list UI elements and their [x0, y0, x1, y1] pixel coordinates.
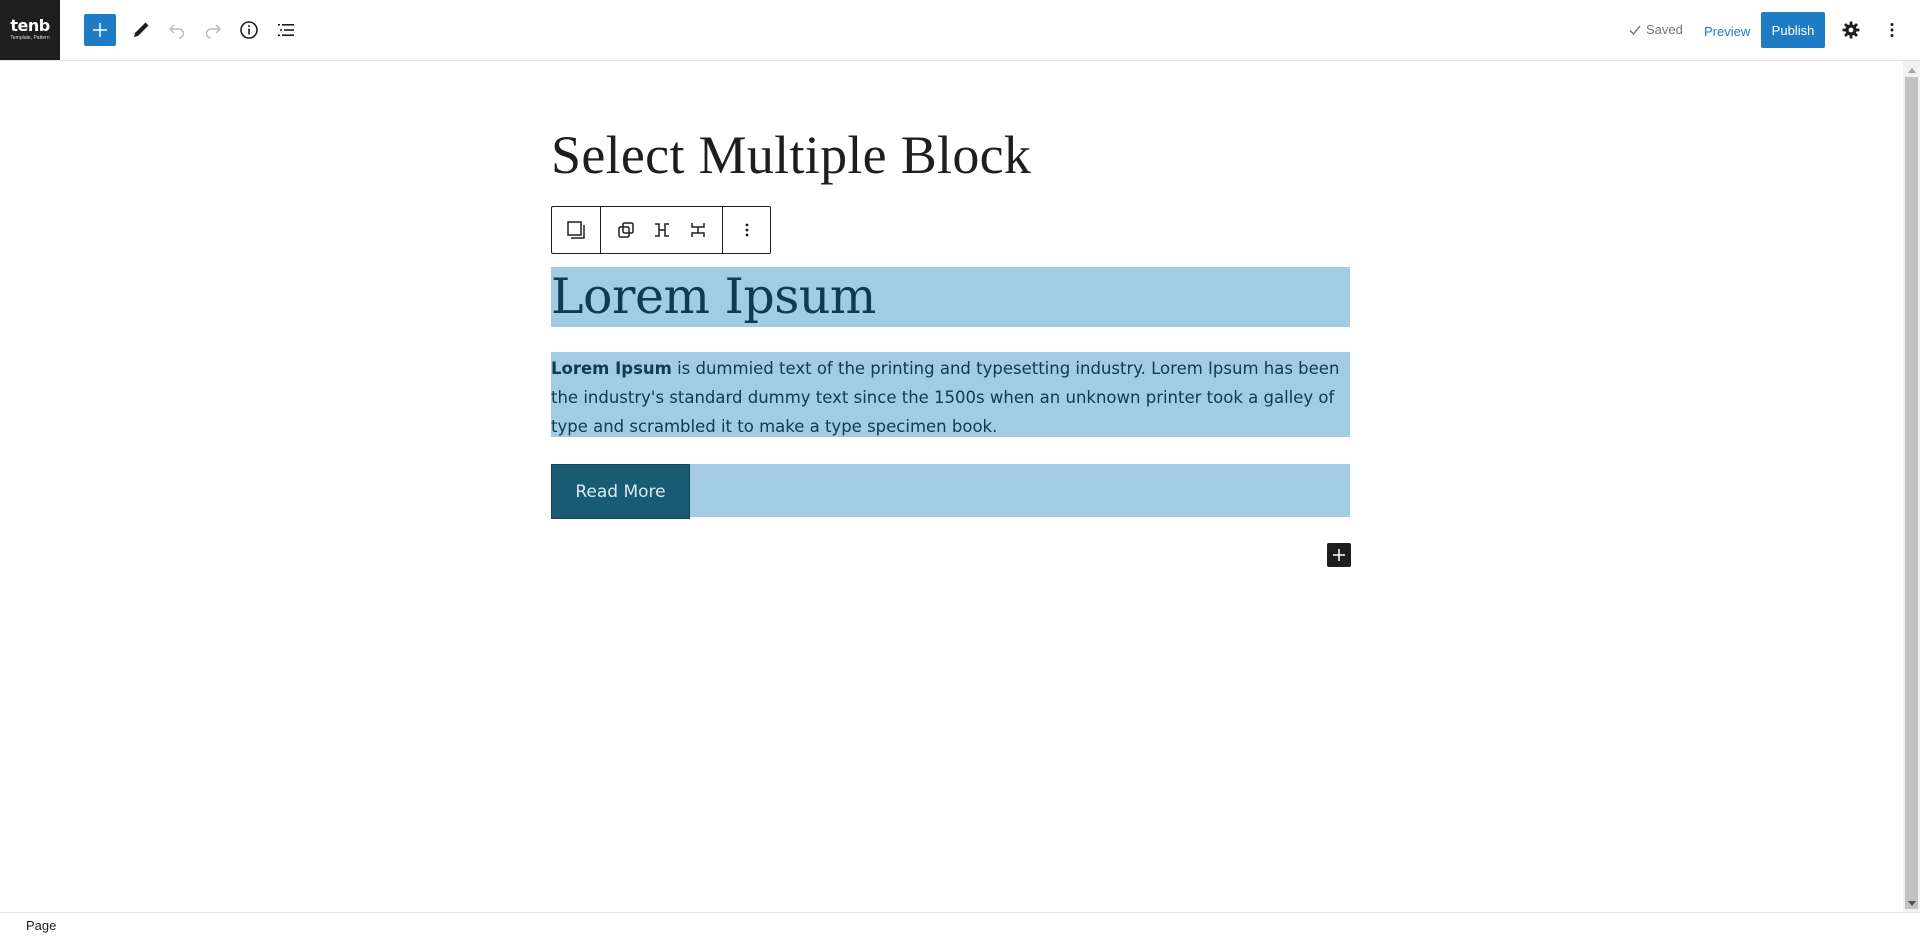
stack-button[interactable]: [680, 207, 716, 253]
block-toolbar-switcher-group: [552, 207, 601, 253]
block-toolbar-layout-group: [601, 207, 723, 253]
list-view-icon: [278, 24, 294, 36]
breadcrumb-page[interactable]: Page: [26, 918, 56, 933]
stretch-icon: [654, 223, 669, 237]
paragraph-bold-lead: Lorem Ipsum: [551, 359, 672, 378]
saved-label: Saved: [1646, 22, 1683, 37]
more-vertical-icon: [745, 223, 748, 237]
group-button[interactable]: [608, 207, 644, 253]
list-view-button[interactable]: [270, 14, 302, 46]
post-title[interactable]: Select Multiple Block: [551, 119, 1351, 191]
details-button[interactable]: [233, 14, 265, 46]
block-inserter-button[interactable]: [84, 14, 116, 46]
heading-text: Lorem Ipsum: [551, 268, 876, 325]
read-more-button[interactable]: Read More: [551, 464, 690, 519]
multiple-blocks-switcher-button[interactable]: [558, 207, 594, 253]
site-logo-word: tenb: [10, 16, 50, 35]
preview-button[interactable]: Preview: [1696, 15, 1758, 47]
duplicate-icon: [617, 222, 634, 238]
paragraph-text: Lorem Ipsum is dummied text of the print…: [551, 352, 1350, 441]
redo-button[interactable]: [197, 14, 229, 46]
scroll-up-arrow[interactable]: [1903, 63, 1920, 77]
block-toolbar: [551, 206, 771, 254]
editor-footer: Page: [0, 912, 1920, 937]
gear-icon: [1842, 21, 1860, 39]
plus-icon: [93, 23, 107, 37]
block-toolbar-options-group: [723, 207, 770, 253]
row-button[interactable]: [644, 207, 680, 253]
editor-header: tenb Template, Pattern Saved Preview Pub…: [0, 0, 1920, 61]
tools-button[interactable]: [125, 14, 157, 46]
pencil-icon: [134, 22, 149, 37]
info-icon: [240, 21, 258, 39]
block-options-button[interactable]: [729, 207, 765, 253]
add-block-button[interactable]: [1327, 543, 1351, 567]
options-button[interactable]: [1876, 14, 1908, 46]
scroll-thumb[interactable]: [1905, 77, 1918, 909]
settings-button[interactable]: [1835, 14, 1867, 46]
canvas-scrollbar[interactable]: [1903, 61, 1920, 912]
check-icon: [1629, 25, 1641, 35]
buttons-block[interactable]: Read More: [551, 464, 1350, 519]
redo-icon: [205, 24, 222, 39]
undo-button[interactable]: [161, 14, 193, 46]
site-logo[interactable]: tenb Template, Pattern: [0, 0, 60, 60]
heading-block[interactable]: Lorem Ipsum: [551, 267, 1350, 327]
collapse-icon: [690, 223, 705, 237]
saved-state: Saved: [1628, 22, 1683, 37]
publish-button[interactable]: Publish: [1761, 12, 1825, 48]
more-vertical-icon: [1890, 23, 1894, 37]
site-logo-tagline: Template, Pattern: [10, 35, 50, 41]
paragraph-block[interactable]: Lorem Ipsum is dummied text of the print…: [551, 352, 1350, 437]
plus-icon: [1333, 549, 1345, 561]
scroll-down-arrow[interactable]: [1903, 896, 1920, 910]
stack-icon: [567, 221, 585, 239]
undo-icon: [168, 24, 185, 39]
